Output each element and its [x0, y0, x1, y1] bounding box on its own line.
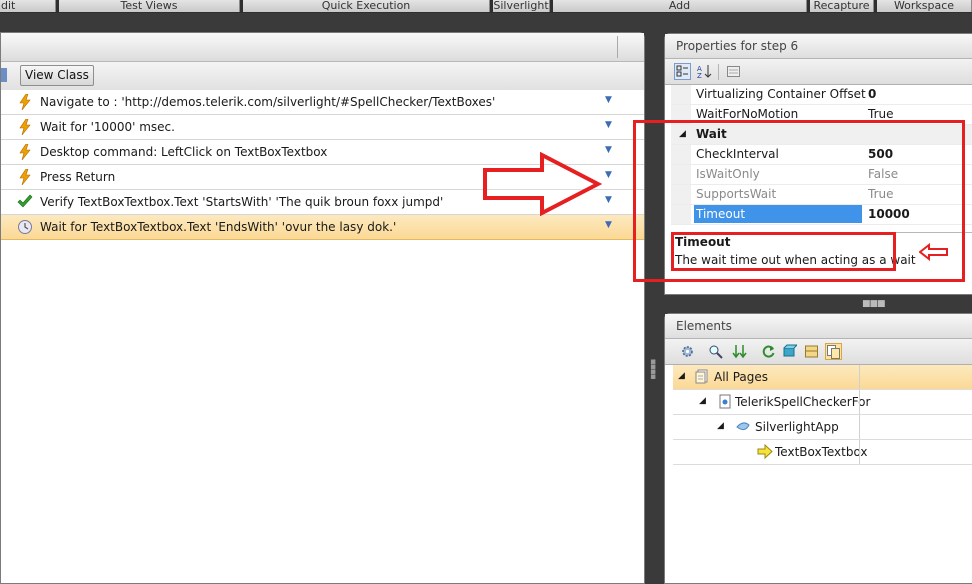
- elements-title: Elements: [665, 314, 972, 339]
- chevron-down-icon[interactable]: ▼: [605, 170, 612, 180]
- step-description: Wait for '10000' msec.: [40, 120, 175, 134]
- elements-view-button[interactable]: [781, 343, 799, 360]
- expand-triangle-icon[interactable]: ◢: [717, 421, 724, 431]
- refresh-button[interactable]: [760, 343, 777, 360]
- ribbon-group-edit[interactable]: dit: [0, 0, 56, 12]
- annotation-box-description: [671, 232, 896, 271]
- tree-node-textbox[interactable]: TextBoxTextbox: [673, 440, 972, 465]
- lightning-icon: [19, 169, 31, 185]
- step-row-6-selected[interactable]: Wait for TextBoxTextbox.Text 'EndsWith' …: [1, 215, 644, 240]
- ribbon-group-quick-execution[interactable]: Quick Execution: [243, 0, 490, 12]
- gear-icon: [682, 346, 693, 357]
- show-all-button[interactable]: [825, 343, 842, 360]
- cube-icon: [783, 344, 799, 357]
- page-icon: [719, 394, 731, 409]
- properties-title: Properties for step 6: [665, 34, 972, 59]
- categorized-icon: [676, 65, 688, 77]
- svg-text:Z: Z: [697, 72, 702, 79]
- collapse-all-button[interactable]: [803, 343, 820, 360]
- lightning-icon: [19, 144, 31, 160]
- tree-node-label: SilverlightApp: [755, 420, 839, 434]
- ribbon-group-test-views[interactable]: Test Views: [59, 0, 240, 12]
- chevron-down-icon[interactable]: ▼: [605, 120, 612, 130]
- silverlight-icon: [736, 422, 750, 431]
- properties-toolbar: AZ: [665, 59, 972, 85]
- chevron-down-icon[interactable]: ▼: [605, 95, 612, 105]
- chevron-down-icon[interactable]: ▼: [605, 220, 612, 230]
- ribbon-group-add[interactable]: Add: [553, 0, 807, 12]
- lightning-icon: [19, 119, 31, 135]
- expand-triangle-icon[interactable]: ◢: [699, 396, 706, 406]
- row-gutter: [671, 85, 691, 104]
- ribbon-group-recapture[interactable]: Recapture: [810, 0, 874, 12]
- property-row[interactable]: Virtualizing Container Offset 0: [671, 85, 972, 105]
- clock-icon: [18, 220, 32, 234]
- tree-node-page[interactable]: ◢ TelerikSpellCheckerFor: [673, 390, 972, 415]
- locate-element-button[interactable]: [731, 343, 748, 360]
- test-steps-panel: View Class Navigate to : 'http://demos.t…: [0, 32, 645, 584]
- step-row-1[interactable]: Navigate to : 'http://demos.telerik.com/…: [1, 90, 644, 115]
- lightning-icon: [19, 94, 31, 110]
- locate-arrows-icon: [732, 345, 747, 359]
- step-row-2[interactable]: Wait for '10000' msec. ▼: [1, 115, 644, 140]
- ribbon-group-silverlight[interactable]: Silverlight: [493, 0, 550, 12]
- chevron-down-icon[interactable]: ▼: [605, 195, 612, 205]
- arrow-right-icon: [757, 444, 773, 459]
- tree-node-silverlight-app[interactable]: ◢ SilverlightApp: [673, 415, 972, 440]
- settings-button[interactable]: [679, 343, 696, 360]
- step-description: Wait for TextBoxTextbox.Text 'EndsWith' …: [40, 220, 397, 234]
- ribbon-group-workspace[interactable]: Workspace: [877, 0, 972, 12]
- sort-az-icon: AZ: [697, 65, 712, 80]
- copy-pages-icon: [827, 345, 840, 359]
- alphabetical-sort-button[interactable]: AZ: [696, 63, 713, 80]
- tree-node-label: TelerikSpellCheckerFor: [735, 395, 871, 409]
- checkmark-icon: [17, 194, 33, 208]
- splitter-grip-icon[interactable]: ■■■: [862, 299, 885, 309]
- categorized-view-button[interactable]: [674, 63, 691, 80]
- column-divider: [859, 390, 860, 414]
- annotation-arrow-left-icon: [919, 243, 948, 261]
- header-divider: [617, 36, 618, 58]
- property-name: Virtualizing Container Offset: [696, 87, 866, 101]
- tree-node-label: All Pages: [714, 370, 768, 384]
- steps-toolbar: View Class: [1, 62, 644, 91]
- column-divider: [859, 440, 860, 464]
- toolbar-edge-marker: [1, 68, 7, 82]
- toolbar-separator: [718, 64, 719, 80]
- ribbon-group-bar: dit Test Views Quick Execution Silverlig…: [0, 0, 972, 13]
- tree-node-label: TextBoxTextbox: [775, 445, 868, 459]
- property-value[interactable]: 0: [868, 85, 876, 103]
- chevron-down-icon[interactable]: ▼: [605, 145, 612, 155]
- elements-toolbar: [665, 339, 972, 365]
- collapse-icon: [805, 345, 818, 358]
- annotation-arrow-right-icon: [483, 152, 602, 216]
- expand-triangle-icon[interactable]: ◢: [678, 371, 685, 381]
- find-element-button[interactable]: [707, 343, 724, 360]
- refresh-icon: [762, 345, 775, 358]
- step-description: Navigate to : 'http://demos.telerik.com/…: [40, 95, 496, 109]
- column-divider: [859, 365, 860, 389]
- step-description: Desktop command: LeftClick on TextBoxTex…: [40, 145, 328, 159]
- property-pages-icon: [727, 66, 740, 77]
- magnifier-icon: [709, 345, 723, 359]
- elements-panel: Elements ◢ All Pages ◢ TelerikSpellCheck…: [664, 313, 972, 584]
- pages-icon: [695, 369, 708, 384]
- tree-node-all-pages[interactable]: ◢ All Pages: [673, 365, 972, 390]
- property-pages-button[interactable]: [725, 63, 742, 80]
- panel-grip-icon[interactable]: ▪ ▪ ▪ ▪: [650, 358, 660, 390]
- column-divider: [859, 415, 860, 439]
- step-description: Press Return: [40, 170, 116, 184]
- view-class-button[interactable]: View Class: [20, 65, 94, 86]
- steps-panel-header: [1, 33, 644, 62]
- step-description: Verify TextBoxTextbox.Text 'StartsWith' …: [40, 195, 444, 209]
